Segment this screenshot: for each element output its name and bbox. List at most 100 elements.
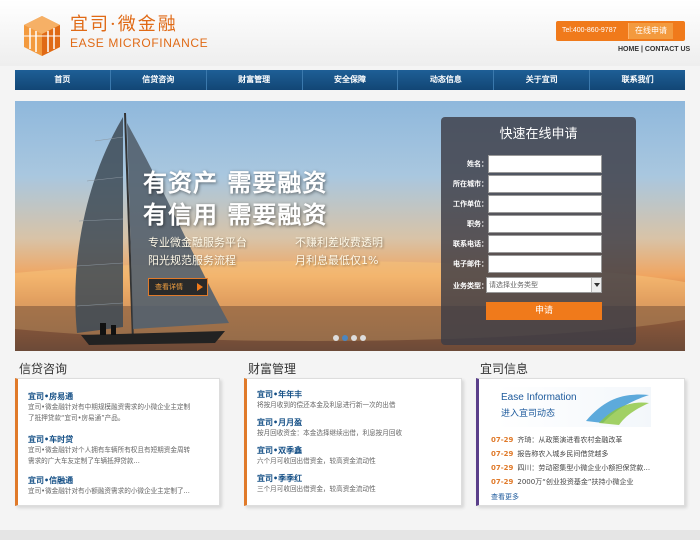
nav-item-home[interactable]: 首页 — [15, 70, 111, 90]
view-details-button[interactable]: 查看详情 — [148, 278, 208, 296]
news-text[interactable]: 报告称农入城乡民间借贷越多 — [517, 450, 608, 458]
form-row-phone: 联系电话： — [441, 235, 636, 253]
list-item[interactable]: 宜司•房易通 宜司•微金融针对有中期规模融资需求的小微企业主定制 了抵押贷款“宜… — [28, 391, 223, 424]
position-input[interactable] — [488, 215, 602, 233]
nav-item-news[interactable]: 动态信息 — [398, 70, 495, 90]
email-label: 电子邮件： — [453, 260, 488, 268]
credit-title[interactable]: 信贷咨询 — [19, 360, 67, 377]
slogan-line1: 有资产 需要融资 — [143, 169, 328, 197]
form-row-name: 姓名： — [441, 155, 636, 173]
credit-body: 宜司•房易通 宜司•微金融针对有中期规模融资需求的小微企业主定制 了抵押贷款“宜… — [15, 378, 220, 506]
logo-cn: 宜司·微金融 — [70, 14, 178, 35]
news-banner-en: Ease Information — [501, 392, 577, 403]
nav-item-contact[interactable]: 联系我们 — [590, 70, 685, 90]
item-desc: 需求的广大车友定制了车辆抵押贷款... — [28, 457, 140, 465]
news-row[interactable]: 07-29 报告称农入城乡民间借贷越多 — [491, 449, 608, 459]
apply-online-button[interactable]: 在线申请 — [628, 23, 673, 39]
item-title[interactable]: 宜司•年年丰 — [257, 389, 452, 400]
swoosh-icon — [586, 394, 649, 425]
footer-bar — [0, 530, 700, 540]
news-text[interactable]: 齐琦：从政策演进看农村金融改革 — [517, 436, 622, 444]
news-text[interactable]: 2000万“创业投资基金”扶持小微企业 — [517, 478, 633, 486]
item-desc: 宜司•微金融针对有中期规模融资需求的小微企业主定制 — [28, 403, 191, 411]
news-date: 07-29 — [491, 464, 514, 472]
list-item[interactable]: 宜司•车时贷 宜司•微金融针对个人拥有车辆所有权且有短期资金周转 需求的广大车友… — [28, 434, 223, 467]
list-item[interactable]: 宜司•月月盈 按月回收资金：本金选择继续出借，利息按月回收 — [257, 417, 452, 439]
chevron-down-icon — [591, 278, 601, 292]
item-title[interactable]: 宜司•信融通 — [28, 475, 223, 486]
list-item[interactable]: 宜司•信融通 宜司•微金融针对有小额融资需求的小微企业主定制了... — [28, 475, 223, 497]
phone-input[interactable] — [488, 235, 602, 253]
form-row-position: 职务： — [441, 215, 636, 233]
item-desc: 宜司•微金融针对个人拥有车辆所有权且有短期资金周转 — [28, 446, 191, 454]
company-input[interactable] — [488, 195, 602, 213]
wealth-title[interactable]: 财富管理 — [248, 360, 296, 377]
list-item[interactable]: 宜司•年年丰 将按月收到的偿还本金及利息进行新一次的出借 — [257, 389, 452, 411]
business-type-select[interactable]: 请选择业务类型 — [486, 277, 602, 293]
slide-dot-1[interactable] — [333, 335, 339, 341]
news-section: 宜司信息 Ease Information 进入宜司动态 07-29 齐琦：从政策… — [476, 356, 685, 508]
news-text[interactable]: 四川：劳动密集型小微企业小额担保贷款... — [517, 464, 650, 472]
type-label: 业务类型： — [453, 282, 488, 290]
slide-dot-2[interactable] — [342, 335, 348, 341]
form-row-city: 所在城市： — [441, 175, 636, 193]
banner-sub3: 阳光规范服务流程 — [148, 254, 236, 267]
news-date: 07-29 — [491, 450, 514, 458]
banner-sub2: 不赚利差收费透明 — [295, 236, 383, 249]
banner-sub4: 月利息最低仅1% — [295, 254, 379, 267]
header: 宜司·微金融 EASE MICROFINANCE Tel:400-860-978… — [0, 0, 700, 66]
news-row[interactable]: 07-29 四川：劳动密集型小微企业小额担保贷款... — [491, 463, 650, 473]
logo-text[interactable]: 宜司·微金融 EASE MICROFINANCE — [70, 14, 208, 50]
city-label: 所在城市： — [453, 180, 488, 188]
form-row-type: 业务类型： 请选择业务类型 — [441, 277, 636, 295]
item-desc: 将按月收到的偿还本金及利息进行新一次的出借 — [257, 401, 396, 409]
news-date: 07-29 — [491, 478, 514, 486]
item-desc: 三个月可收回出借资金，较高资金流动性 — [257, 485, 376, 493]
item-desc: 六个月可收回出借资金，较高资金流动性 — [257, 457, 376, 465]
banner-sub1: 专业微金融服务平台 — [148, 236, 247, 249]
form-row-email: 电子邮件： — [441, 255, 636, 273]
slider-dots — [333, 335, 366, 341]
item-desc: 了抵押贷款“宜司•房易通”产品。 — [28, 414, 125, 422]
nav-item-credit[interactable]: 信贷咨询 — [111, 70, 207, 90]
news-banner-cn: 进入宜司动态 — [501, 409, 556, 419]
news-row[interactable]: 07-29 齐琦：从政策演进看农村金融改革 — [491, 435, 622, 445]
logo-cube-icon[interactable] — [20, 14, 64, 58]
item-desc: 按月回收资金：本金选择继续出借，利息按月回收 — [257, 429, 403, 437]
nav-item-wealth[interactable]: 财富管理 — [207, 70, 303, 90]
item-title[interactable]: 宜司•房易通 — [28, 391, 223, 402]
news-row[interactable]: 07-29 2000万“创业投资基金”扶持小微企业 — [491, 477, 633, 487]
email-input[interactable] — [488, 255, 602, 273]
list-item[interactable]: 宜司•季季红 三个月可收回出借资金，较高资金流动性 — [257, 473, 452, 495]
item-desc: 宜司•微金融针对有小额融资需求的小微企业主定制了... — [28, 487, 190, 495]
news-title[interactable]: 宜司信息 — [480, 360, 528, 377]
logo-en: EASE MICROFINANCE — [70, 36, 209, 50]
news-banner[interactable]: Ease Information 进入宜司动态 — [497, 387, 651, 427]
form-title: 快速在线申请 — [499, 127, 578, 142]
item-title[interactable]: 宜司•月月盈 — [257, 417, 452, 428]
wealth-body: 宜司•年年丰 将按月收到的偿还本金及利息进行新一次的出借 宜司•月月盈 按月回收… — [244, 378, 462, 506]
type-select-value: 请选择业务类型 — [489, 281, 538, 289]
name-input[interactable] — [488, 155, 602, 173]
city-input[interactable] — [488, 175, 602, 193]
view-more-link[interactable]: 查看更多 — [491, 492, 519, 502]
list-item[interactable]: 宜司•双季鑫 六个月可收回出借资金，较高资金流动性 — [257, 445, 452, 467]
submit-apply-button[interactable]: 申请 — [486, 302, 602, 320]
phone-label: 联系电话： — [453, 240, 488, 248]
nav-item-about[interactable]: 关于宜司 — [494, 70, 591, 90]
slide-dot-3[interactable] — [351, 335, 357, 341]
main-nav: 首页 信贷咨询 财富管理 安全保障 动态信息 关于宜司 联系我们 — [15, 70, 685, 90]
hero-banner: 有资产 需要融资 有信用 需要融资 专业微金融服务平台 不赚利差收费透明 阳光规… — [15, 101, 685, 351]
position-label: 职务： — [467, 220, 488, 228]
name-label: 姓名： — [467, 160, 488, 168]
item-title[interactable]: 宜司•车时贷 — [28, 434, 223, 445]
item-title[interactable]: 宜司•双季鑫 — [257, 445, 452, 456]
item-title[interactable]: 宜司•季季红 — [257, 473, 452, 484]
slogan-line2: 有信用 需要融资 — [143, 201, 328, 229]
news-body: Ease Information 进入宜司动态 07-29 齐琦：从政策演进看农村… — [476, 378, 685, 506]
top-links[interactable]: HOME | CONTACT US — [618, 46, 690, 53]
slide-dot-4[interactable] — [360, 335, 366, 341]
company-label: 工作单位： — [453, 200, 488, 208]
nav-item-security[interactable]: 安全保障 — [303, 70, 399, 90]
view-details-label: 查看详情 — [155, 283, 183, 291]
